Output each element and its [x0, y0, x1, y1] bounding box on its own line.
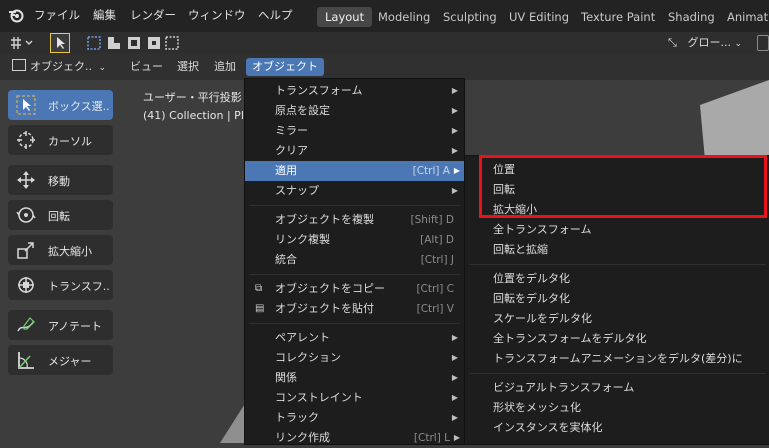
orientation-dropdown[interactable]: ⤡ グロー... ⌄ — [668, 34, 756, 52]
apply-item-all-transforms[interactable]: 全トランスフォーム — [465, 220, 769, 240]
menu-item-apply[interactable]: 適用 [Ctrl] A ▶ — [245, 161, 464, 181]
tool-annotate[interactable]: アノテート — [8, 310, 113, 340]
tool-label: メジャー — [48, 355, 92, 368]
orientation-label: グロー... — [687, 36, 732, 49]
menu-item-track[interactable]: トラック ▶ — [245, 408, 464, 428]
tab-uv-editing[interactable]: UV Editing — [501, 7, 577, 27]
apply-item-all-to-deltas[interactable]: 全トランスフォームをデルタ化 — [465, 329, 769, 349]
menu-item-duplicate[interactable]: オブジェクトを複製 [Shift] D — [245, 210, 464, 230]
move-icon — [16, 170, 36, 190]
tool-measure[interactable]: メジャー — [8, 345, 113, 375]
box-select-icon — [16, 95, 36, 115]
view-info-line1: ユーザー・平行投影 — [143, 91, 242, 104]
menu-render[interactable]: レンダー — [130, 7, 176, 23]
tool-cursor[interactable]: カーソル — [8, 125, 113, 155]
tool-move[interactable]: 移動 — [8, 165, 113, 195]
tool-label: 回転 — [48, 210, 70, 223]
menu-file[interactable]: ファイル — [34, 7, 80, 23]
menu-separator — [249, 323, 460, 324]
scale-icon — [16, 240, 36, 260]
paste-icon: ▤ — [255, 303, 265, 314]
select-tool-icon[interactable] — [50, 33, 70, 53]
menu-item-set-origin[interactable]: 原点を設定 ▶ — [245, 101, 464, 121]
menu-item-copy[interactable]: ⧉ オブジェクトをコピー [Ctrl] C — [245, 279, 464, 299]
menu-separator — [249, 205, 460, 206]
tool-box-select[interactable]: ボックス選.. — [8, 90, 113, 120]
object-menu-dropdown: トランスフォーム ▶ 原点を設定 ▶ ミラー ▶ クリア ▶ 適用 [Ctrl] A ▶ ス… — [244, 78, 465, 445]
tool-label: アノテート — [48, 320, 103, 333]
view-info-line2: (41) Collection | Plan — [143, 109, 258, 122]
menu-item-relations[interactable]: 関係 ▶ — [245, 368, 464, 388]
add-menu[interactable]: 追加 — [210, 58, 240, 76]
menu-item-clear[interactable]: クリア ▶ — [245, 141, 464, 161]
snap-dropdown[interactable] — [757, 35, 769, 51]
apply-item-rotation-to-deltas[interactable]: 回転をデルタ化 — [465, 289, 769, 309]
menu-item-join[interactable]: 統合 [Ctrl] J — [245, 250, 464, 270]
view-menu[interactable]: ビュー — [126, 58, 167, 76]
tab-sculpting[interactable]: Sculpting — [435, 7, 505, 27]
menu-item-collection[interactable]: コレクション ▶ — [245, 348, 464, 368]
menu-item-parent[interactable]: ペアレント ▶ — [245, 328, 464, 348]
tab-animation[interactable]: Animatio — [719, 7, 769, 27]
orientation-icon: ⤡ — [668, 36, 677, 49]
chevron-down-icon: ⌄ — [98, 63, 107, 73]
tool-label: カーソル — [48, 135, 92, 148]
tab-texture-paint[interactable]: Texture Paint — [573, 7, 663, 27]
tool-rotate[interactable]: 回転 — [8, 200, 113, 230]
tab-modeling[interactable]: Modeling — [370, 7, 438, 27]
tool-header: ⤡ グロー... ⌄ — [0, 32, 769, 54]
tool-label: 拡大縮小 — [48, 245, 92, 258]
tool-label: ボックス選.. — [48, 100, 110, 113]
tool-scale[interactable]: 拡大縮小 — [8, 235, 113, 265]
annotate-icon — [16, 315, 36, 335]
chevron-down-icon: ⌄ — [734, 39, 743, 49]
select-menu[interactable]: 選択 — [173, 58, 203, 76]
menu-item-transform[interactable]: トランスフォーム ▶ — [245, 81, 464, 101]
object-menu[interactable]: オブジェクト — [246, 58, 324, 76]
menu-item-duplicate-linked[interactable]: リンク複製 [Alt] D — [245, 230, 464, 250]
cursor-icon — [16, 130, 36, 150]
selection-mode-icons[interactable] — [86, 35, 182, 51]
menu-edit[interactable]: 編集 — [93, 7, 116, 23]
viewport-header: オブジェク.. ⌄ ビュー 選択 追加 オブジェクト — [0, 54, 769, 80]
tool-label: トランスフ.. — [48, 280, 110, 293]
tab-layout[interactable]: Layout — [317, 7, 373, 27]
mode-dropdown[interactable]: オブジェク.. ⌄ — [8, 58, 110, 76]
menu-help[interactable]: ヘルプ — [258, 7, 293, 23]
object-mode-icon — [12, 59, 26, 71]
highlight-box — [479, 155, 767, 218]
tab-shading[interactable]: Shading — [660, 7, 723, 27]
menu-separator — [249, 274, 460, 275]
menu-item-link-make[interactable]: リンク作成 [Ctrl] L ▶ — [245, 428, 464, 448]
rotate-icon — [16, 205, 36, 225]
apply-item-visual-geometry-to-mesh[interactable]: 形状をメッシュ化 — [465, 398, 769, 418]
menu-item-mirror[interactable]: ミラー ▶ — [245, 121, 464, 141]
menu-item-snap[interactable]: スナップ ▶ — [245, 181, 464, 201]
transform-pivot-icon[interactable] — [8, 35, 36, 51]
apply-item-location-to-deltas[interactable]: 位置をデルタ化 — [465, 269, 769, 289]
menu-separator — [469, 373, 766, 374]
apply-item-visual-transform[interactable]: ビジュアルトランスフォーム — [465, 378, 769, 398]
blender-logo-icon[interactable] — [8, 7, 24, 23]
menu-window[interactable]: ウィンドウ — [188, 7, 246, 23]
mode-label: オブジェク.. — [30, 60, 92, 73]
menu-item-paste[interactable]: ▤ オブジェクトを貼付 [Ctrl] V — [245, 299, 464, 319]
apply-item-make-instances-real[interactable]: インスタンスを実体化 — [465, 418, 769, 438]
menu-item-constraint[interactable]: コンストレイント ▶ — [245, 388, 464, 408]
apply-item-rotation-scale[interactable]: 回転と拡縮 — [465, 240, 769, 260]
tool-transform[interactable]: トランスフ.. — [8, 270, 113, 300]
apply-item-animation-to-deltas[interactable]: トランスフォームアニメーションをデルタ(差分)に — [465, 349, 769, 369]
measure-icon — [16, 350, 36, 370]
transform-icon — [16, 275, 36, 295]
top-bar: ファイル 編集 レンダー ウィンドウ ヘルプ Layout Modeling S… — [0, 0, 769, 32]
tool-label: 移動 — [48, 175, 70, 188]
menu-separator — [469, 264, 766, 265]
apply-item-scale-to-deltas[interactable]: スケールをデルタ化 — [465, 309, 769, 329]
copy-icon: ⧉ — [255, 283, 263, 294]
